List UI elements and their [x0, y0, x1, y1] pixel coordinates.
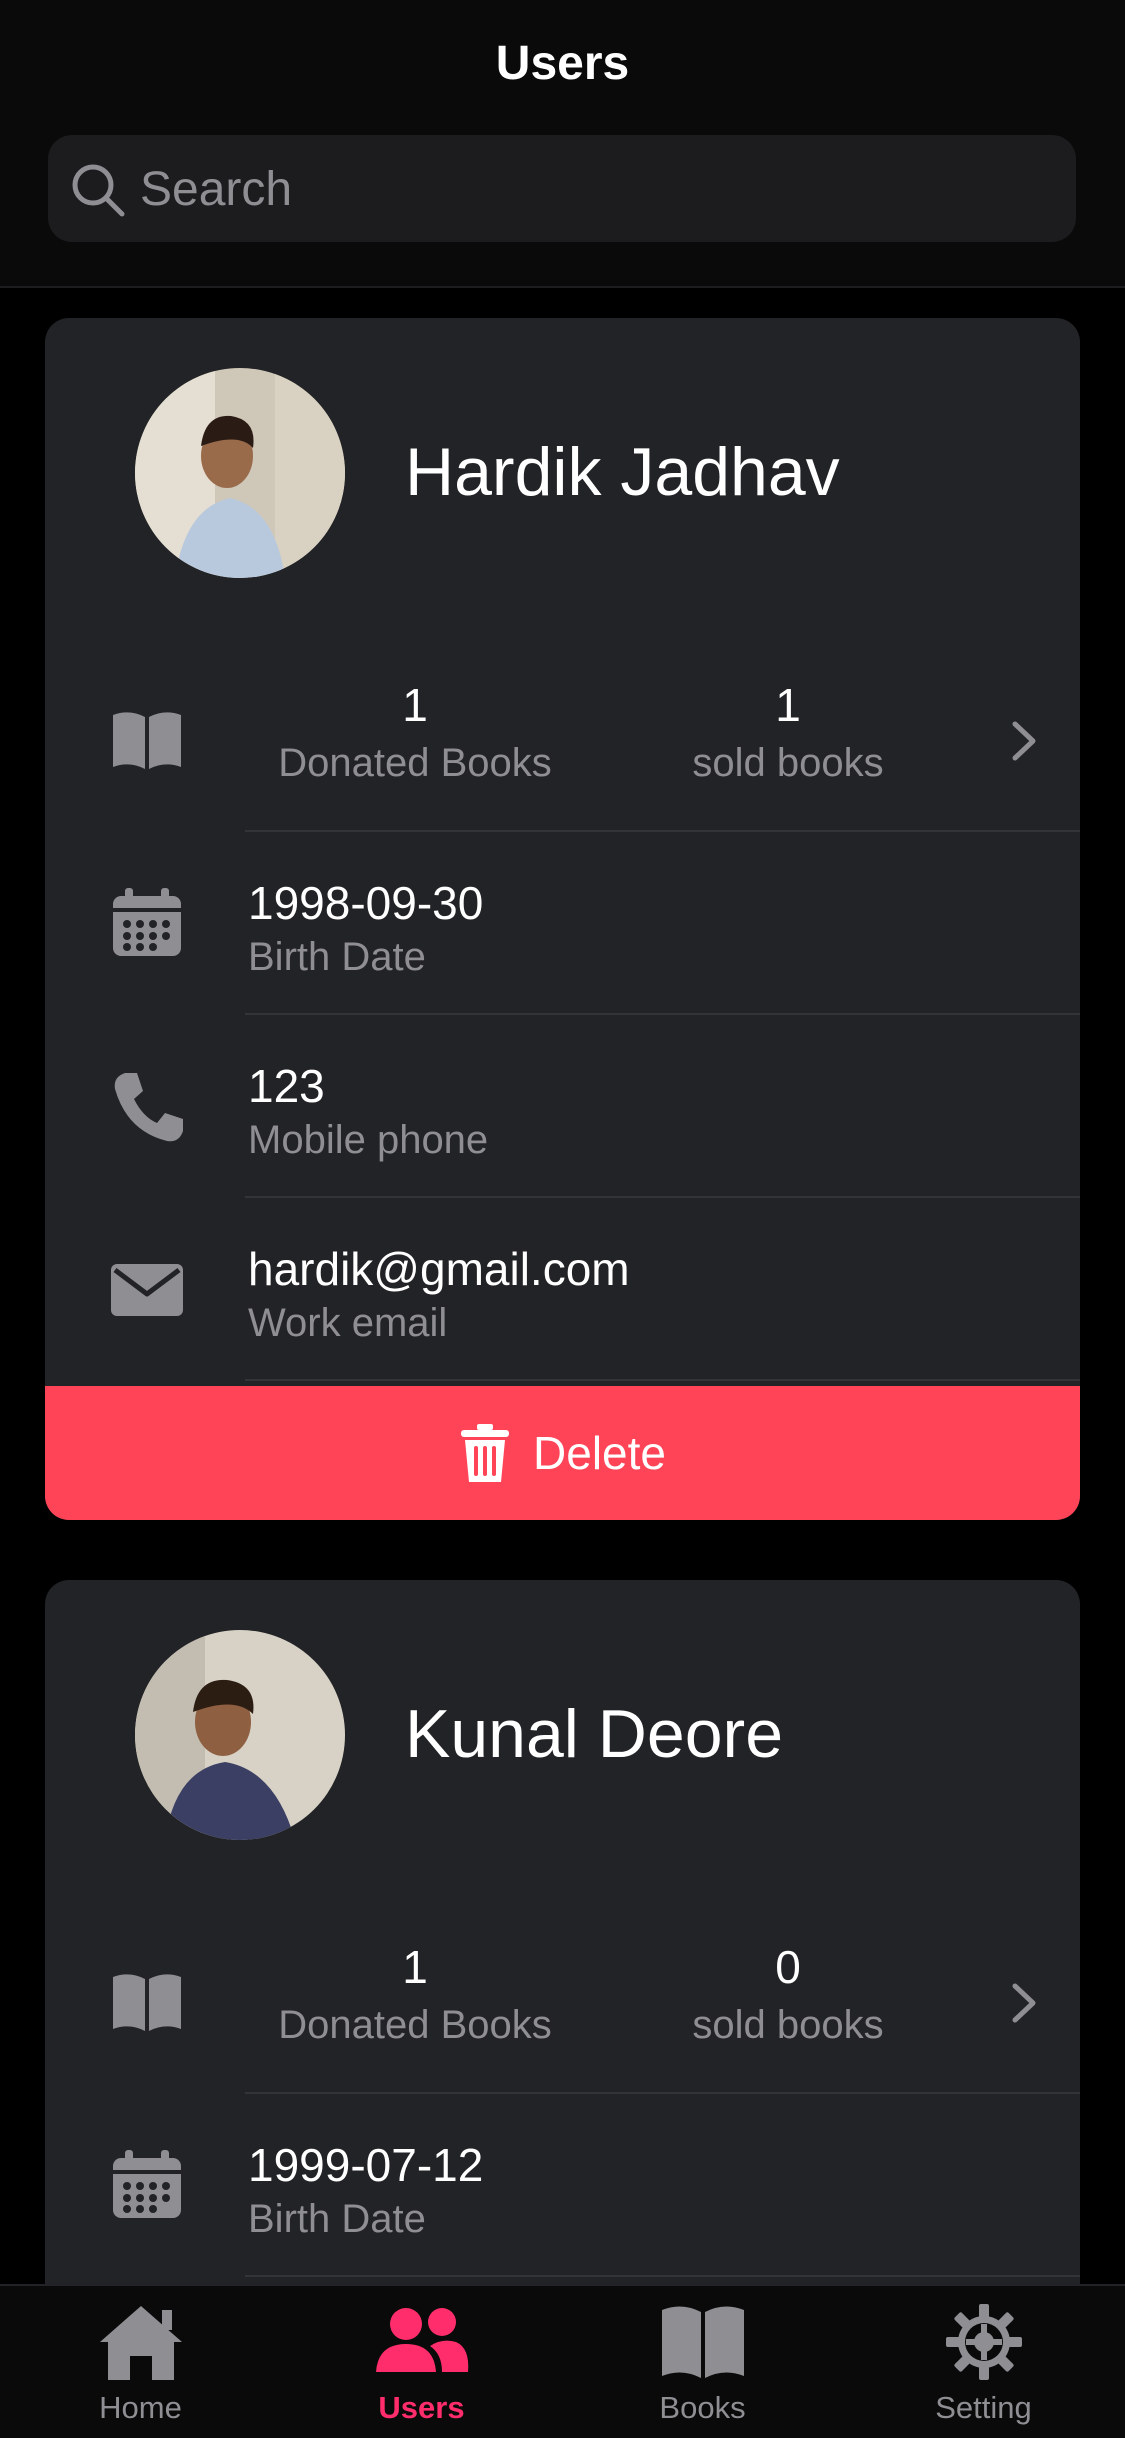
user-name: Hardik Jadhav [405, 434, 840, 510]
books-stats-row[interactable]: 1 Donated Books 1 sold books [45, 649, 1080, 832]
header: Users [0, 0, 1125, 288]
tab-label: Setting [935, 2390, 1032, 2425]
tab-setting[interactable]: Setting [843, 2286, 1124, 2438]
book-icon [113, 1973, 181, 2031]
email-row[interactable]: hardik@gmail.com Work email [45, 1198, 1080, 1381]
birth-date-value: 1998-09-30 [248, 877, 484, 929]
book-icon [661, 2306, 744, 2378]
phone-icon [114, 1072, 183, 1141]
user-card[interactable]: Kunal Deore 1 Donated Books 0 sold books [45, 1580, 1080, 2284]
email-value: hardik@gmail.com [248, 1243, 630, 1295]
phone-row[interactable]: 123 Mobile phone [45, 1015, 1080, 1198]
divider [245, 1379, 1080, 1381]
user-list[interactable]: Hardik Jadhav 1 Donated Books 1 sold boo… [0, 288, 1125, 2284]
donated-stat: 1 Donated Books [255, 1939, 575, 2055]
gear-icon [945, 2304, 1022, 2380]
users-icon [375, 2308, 468, 2372]
page-title: Users [495, 37, 630, 90]
donated-count: 1 [402, 1941, 428, 1993]
user-name: Kunal Deore [405, 1696, 784, 1772]
books-stats-row[interactable]: 1 Donated Books 0 sold books [45, 1911, 1080, 2094]
search-bar[interactable] [48, 135, 1076, 244]
tab-label: Users [378, 2390, 465, 2425]
delete-label: Delete [533, 1427, 666, 1479]
search-icon [72, 164, 125, 217]
tab-books[interactable]: Books [562, 2286, 843, 2438]
chevron-right-icon[interactable] [1003, 1978, 1043, 2028]
sold-stat: 1 sold books [628, 677, 948, 793]
tab-label: Books [659, 2390, 746, 2425]
trash-icon [461, 1424, 510, 1482]
book-icon [113, 711, 181, 769]
donated-label: Donated Books [278, 2003, 552, 2047]
chevron-right-icon[interactable] [1003, 716, 1043, 766]
sold-label: sold books [692, 741, 884, 785]
donated-count: 1 [402, 679, 428, 731]
divider [245, 2275, 1080, 2277]
tab-users[interactable]: Users [281, 2286, 562, 2438]
user-card[interactable]: Hardik Jadhav 1 Donated Books 1 sold boo… [45, 318, 1080, 1520]
delete-button[interactable]: Delete [45, 1386, 1080, 1520]
birth-date-row: 1998-09-30 Birth Date [45, 832, 1080, 1015]
avatar [135, 368, 345, 578]
birth-date-value: 1999-07-12 [248, 2139, 484, 2191]
sold-stat: 0 sold books [628, 1939, 948, 2055]
search-input[interactable] [138, 135, 1042, 244]
sold-count: 1 [775, 679, 801, 731]
email-label: Work email [248, 1301, 448, 1345]
mail-icon [111, 1263, 183, 1316]
phone-label: Mobile phone [248, 1118, 489, 1162]
home-icon [99, 2306, 182, 2380]
birth-date-row: 1999-07-12 Birth Date [45, 2094, 1080, 2277]
tab-label: Home [99, 2390, 182, 2425]
sold-count: 0 [775, 1941, 801, 1993]
phone-value: 123 [248, 1060, 325, 1112]
tab-bar: Home Users Books Setting [0, 2284, 1125, 2438]
tab-home[interactable]: Home [0, 2286, 281, 2438]
avatar [135, 1630, 345, 1840]
calendar-icon [113, 2149, 181, 2218]
donated-stat: 1 Donated Books [255, 677, 575, 793]
birth-date-label: Birth Date [248, 2197, 426, 2241]
calendar-icon [113, 887, 181, 956]
sold-label: sold books [692, 2003, 884, 2047]
donated-label: Donated Books [278, 741, 552, 785]
birth-date-label: Birth Date [248, 935, 426, 979]
